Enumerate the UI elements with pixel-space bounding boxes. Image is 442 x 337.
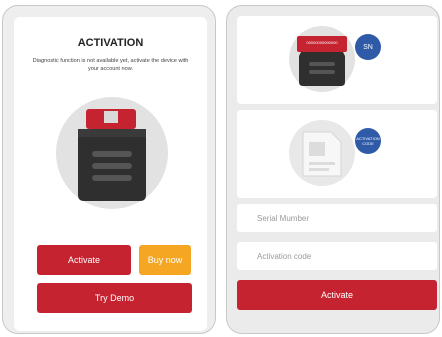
activation-code-input[interactable]: Activation code [237,242,437,270]
serial-number-input[interactable]: Serial Mumber [237,204,437,232]
obd-connector-icon [78,109,146,201]
device-serial-illustration: 00000000000000 [289,26,355,92]
page-title: ACTIVATION [77,37,144,49]
try-demo-button[interactable]: Try Demo [37,283,192,313]
activation-message: Diagnostic function is not available yet… [32,58,189,72]
activation-code-guide-card: ACTIVATION CODE [237,110,437,198]
activate-button[interactable]: Activate [37,245,131,275]
activation-guide-screen: 00000000000000 SN ACTIVATION CODE Serial… [226,5,440,334]
document-illustration [289,120,355,186]
activation-screen: ACTIVATION Diagnostic function is not av… [2,5,216,334]
obd-device-illustration [56,97,168,209]
activation-code-badge: ACTIVATION CODE [355,128,381,154]
document-icon [302,131,342,177]
serial-number-guide-card: 00000000000000 SN [237,16,437,104]
sn-badge: SN [355,34,381,60]
activation-card: ACTIVATION Diagnostic function is not av… [14,17,207,331]
device-serial-label: 00000000000000 [306,40,338,45]
activate-submit-button[interactable]: Activate [237,280,437,310]
obd-connector-icon [297,36,347,86]
buy-now-button[interactable]: Buy now [139,245,191,275]
